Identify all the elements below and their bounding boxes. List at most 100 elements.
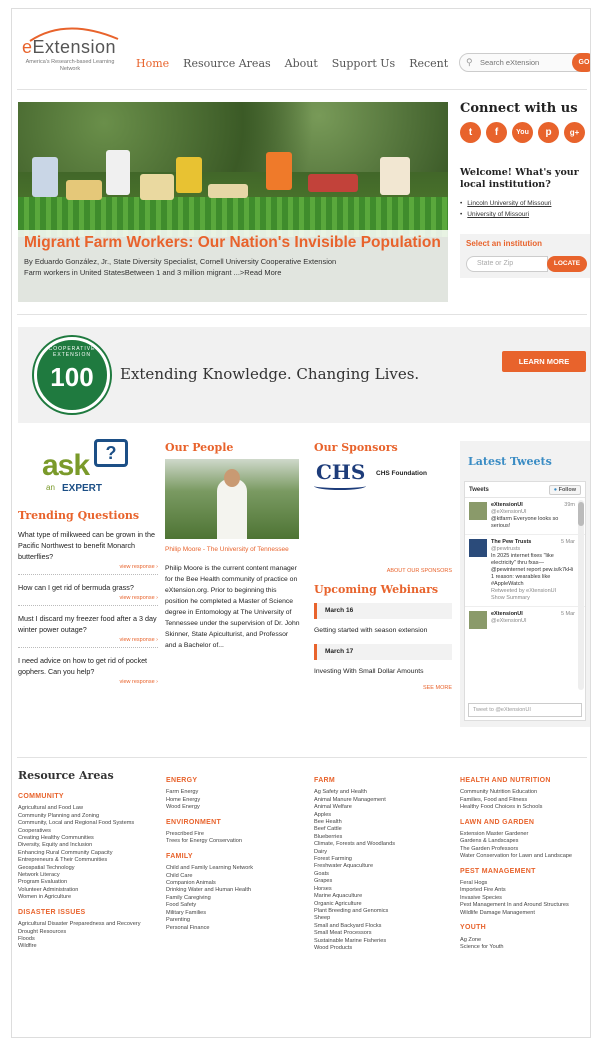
resource-link[interactable]: Prescribed Fire	[166, 831, 306, 838]
resource-link[interactable]: Small and Backyard Flocks	[314, 923, 454, 930]
resource-link[interactable]: Imported Fire Ants	[460, 887, 588, 894]
resource-link[interactable]: Gardens & Landscapes	[460, 838, 588, 845]
show-summary-link[interactable]: Show Summary	[491, 595, 575, 602]
resource-category[interactable]: LAWN AND GARDEN	[460, 819, 588, 826]
ask-an-expert-logo[interactable]: ask an EXPERT ?	[38, 439, 138, 499]
resource-link[interactable]: Beef Cattle	[314, 826, 454, 833]
resource-link[interactable]: Forest Farming	[314, 856, 454, 863]
facebook-icon[interactable]: f	[486, 122, 507, 143]
resource-link[interactable]: Community Nutrition Education	[460, 789, 588, 796]
nav-recent[interactable]: Recent	[409, 57, 448, 70]
resource-link[interactable]: Community Planning and Zoning	[18, 813, 158, 820]
resource-link[interactable]: Water Conservation for Lawn and Landscap…	[460, 853, 588, 860]
tweet-author[interactable]: eXtensionUI	[491, 502, 575, 509]
resource-link[interactable]: The Garden Professors	[460, 846, 588, 853]
pinterest-icon[interactable]: p	[538, 122, 559, 143]
question-item[interactable]: How can I get rid of bermuda grass? view…	[18, 575, 158, 606]
resource-link[interactable]: Animal Welfare	[314, 804, 454, 811]
resource-link[interactable]: Home Energy	[166, 797, 306, 804]
resource-category[interactable]: ENERGY	[166, 777, 306, 784]
resource-link[interactable]: Companion Animals	[166, 880, 306, 887]
resource-link[interactable]: Agricultural Disaster Preparedness and R…	[18, 921, 158, 928]
resource-link[interactable]: Science for Youth	[460, 944, 588, 951]
resource-link[interactable]: Women in Agriculture	[18, 894, 158, 901]
question-text[interactable]: Must I discard my freezer food after a 3…	[18, 613, 158, 635]
person-photo[interactable]	[165, 459, 299, 539]
resource-link[interactable]: Plant Breeding and Genomics	[314, 908, 454, 915]
about-sponsors-link[interactable]: ABOUT OUR SPONSORS	[314, 568, 452, 574]
person-name[interactable]: Philip Moore - The University of Tenness…	[165, 545, 301, 555]
search-input[interactable]	[480, 56, 560, 69]
resource-link[interactable]: Creating Healthy Communities	[18, 835, 158, 842]
resource-link[interactable]: Child Care	[166, 873, 306, 880]
resource-link[interactable]: Network Literacy	[18, 872, 158, 879]
resource-link[interactable]: Extension Master Gardener	[460, 831, 588, 838]
resource-link[interactable]: Climate, Forests and Woodlands	[314, 841, 454, 848]
resource-link[interactable]: Horses	[314, 886, 454, 893]
nav-resource-areas[interactable]: Resource Areas	[183, 57, 270, 70]
resource-link[interactable]: Ag Safety and Health	[314, 789, 454, 796]
tweet-to-input[interactable]: Tweet to @eXtensionUI	[468, 703, 582, 717]
twitter-icon[interactable]: t	[460, 122, 481, 143]
nav-support-us[interactable]: Support Us	[332, 57, 395, 70]
resource-link[interactable]: Personal Finance	[166, 925, 306, 932]
resource-link[interactable]: Wildlife Damage Management	[460, 910, 588, 917]
resource-link[interactable]: Small Meat Processors	[314, 930, 454, 937]
view-response-link[interactable]: view response ›	[18, 637, 158, 643]
resource-link[interactable]: Military Families	[166, 910, 306, 917]
tweets-scrollbar[interactable]	[578, 500, 584, 690]
question-text[interactable]: What type of milkweed can be grown in th…	[18, 529, 158, 562]
webinar-title[interactable]: Investing With Small Dollar Amounts	[314, 666, 452, 677]
resource-link[interactable]: Floods	[18, 936, 158, 943]
zip-input[interactable]: State or Zip	[466, 256, 548, 272]
locate-button[interactable]: LOCATE	[547, 256, 587, 272]
resource-link[interactable]: Goats	[314, 871, 454, 878]
resource-link[interactable]: Grapes	[314, 878, 454, 885]
resource-link[interactable]: Healthy Food Choices in Schools	[460, 804, 588, 811]
resource-link[interactable]: Dairy	[314, 849, 454, 856]
tweet[interactable]: The Pew Trusts @pewtrusts 5 Mar In 2025 …	[465, 535, 585, 607]
learn-more-button[interactable]: LEARN MORE	[502, 351, 586, 372]
question-text[interactable]: How can I get rid of bermuda grass?	[18, 582, 158, 593]
resource-link[interactable]: Program Evaluation	[18, 879, 158, 886]
institution-link[interactable]: University of Missouri	[460, 209, 590, 220]
see-more-link[interactable]: SEE MORE	[314, 685, 452, 691]
resource-link[interactable]: Organic Agriculture	[314, 901, 454, 908]
view-response-link[interactable]: view response ›	[18, 679, 158, 685]
resource-link[interactable]: Feral Hogs	[460, 880, 588, 887]
resource-category[interactable]: ENVIRONMENT	[166, 819, 306, 826]
resource-link[interactable]: Families, Food and Fitness	[460, 797, 588, 804]
resource-link[interactable]: Wood Products	[314, 945, 454, 952]
resource-link[interactable]: Sheep	[314, 915, 454, 922]
search-go-button[interactable]: GO	[572, 53, 590, 72]
resource-link[interactable]: Invasive Species	[460, 895, 588, 902]
resource-link[interactable]: Volunteer Administration	[18, 887, 158, 894]
resource-link[interactable]: Animal Manure Management	[314, 797, 454, 804]
resource-link[interactable]: Wood Energy	[166, 804, 306, 811]
resource-link[interactable]: Freshwater Aquaculture	[314, 863, 454, 870]
hero-title[interactable]: Migrant Farm Workers: Our Nation's Invis…	[24, 234, 442, 252]
question-item[interactable]: Must I discard my freezer food after a 3…	[18, 606, 158, 648]
resource-link[interactable]: Parenting	[166, 917, 306, 924]
tweet[interactable]: eXtensionUI @eXtensionUI 5 Mar	[465, 607, 585, 629]
resource-link[interactable]: Child and Family Learning Network	[166, 865, 306, 872]
resource-link[interactable]: Entrepreneurs & Their Communities	[18, 857, 158, 864]
chs-foundation-logo[interactable]: CHS CHS Foundation	[314, 460, 452, 500]
resource-link[interactable]: Drought Resources	[18, 929, 158, 936]
resource-link[interactable]: Bee Health	[314, 819, 454, 826]
resource-link[interactable]: Trees for Energy Conservation	[166, 838, 306, 845]
resource-link[interactable]: Farm Energy	[166, 789, 306, 796]
resource-category[interactable]: YOUTH	[460, 924, 588, 931]
follow-button[interactable]: ● Follow	[548, 485, 581, 495]
tweet[interactable]: eXtensionUI @eXtensionUI 39m @ktfarm Eve…	[465, 498, 585, 535]
resource-link[interactable]: Ag Zone	[460, 937, 588, 944]
resource-link[interactable]: Diversity, Equity and Inclusion	[18, 842, 158, 849]
scrollbar-thumb[interactable]	[578, 502, 584, 526]
resource-link[interactable]: Sustainable Marine Fisheries	[314, 938, 454, 945]
resource-link[interactable]: Marine Aquaculture	[314, 893, 454, 900]
resource-category[interactable]: PEST MANAGEMENT	[460, 868, 588, 875]
question-text[interactable]: I need advice on how to get rid of pocke…	[18, 655, 158, 677]
nav-about[interactable]: About	[285, 57, 318, 70]
resource-link[interactable]: Geospatial Technology	[18, 865, 158, 872]
question-item[interactable]: What type of milkweed can be grown in th…	[18, 522, 158, 575]
